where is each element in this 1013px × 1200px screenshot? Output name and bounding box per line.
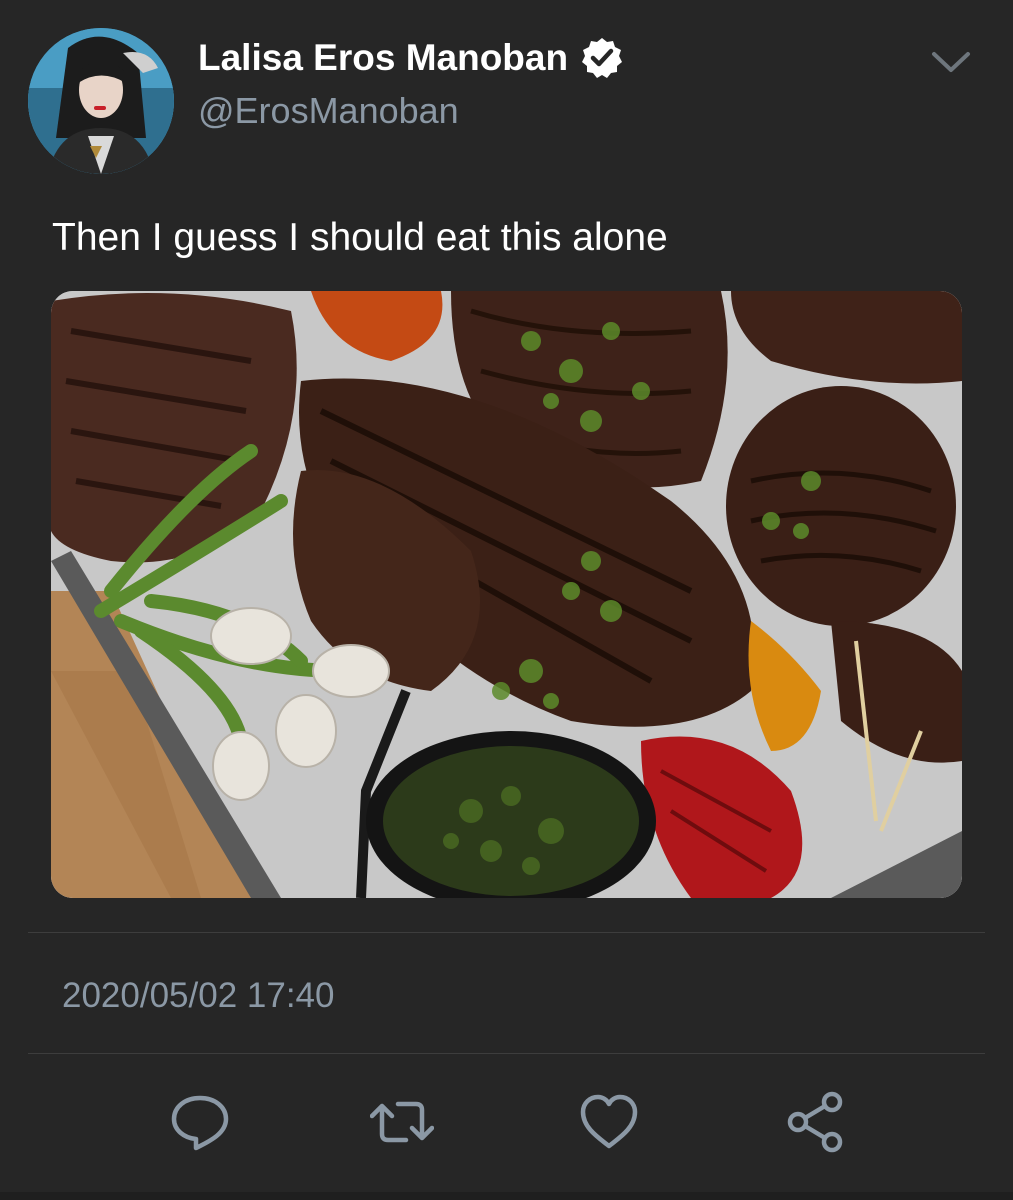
heart-icon[interactable] xyxy=(577,1090,641,1154)
display-name[interactable]: Lalisa Eros Manoban xyxy=(198,36,624,80)
chevron-down-icon[interactable] xyxy=(930,48,972,76)
divider-bottom xyxy=(28,1053,985,1054)
user-handle[interactable]: @ErosManoban xyxy=(198,90,459,132)
divider-top xyxy=(28,932,985,933)
tweet-photo[interactable] xyxy=(51,291,962,898)
bottom-edge xyxy=(0,1192,1013,1200)
tweet-timestamp[interactable]: 2020/05/02 17:40 xyxy=(62,976,334,1016)
verified-badge-icon xyxy=(582,38,623,78)
retweet-arrows-icon[interactable] xyxy=(370,1090,434,1154)
action-bar xyxy=(0,1090,1013,1160)
tweet-text: Then I guess I should eat this alone xyxy=(52,216,668,259)
tweet-card: Lalisa Eros Manoban @ErosManoban Then I … xyxy=(0,0,1013,1200)
reply-bubble-icon[interactable] xyxy=(168,1090,232,1154)
share-nodes-icon[interactable] xyxy=(784,1090,848,1154)
avatar[interactable] xyxy=(28,28,174,174)
display-name-text: Lalisa Eros Manoban xyxy=(198,37,569,78)
